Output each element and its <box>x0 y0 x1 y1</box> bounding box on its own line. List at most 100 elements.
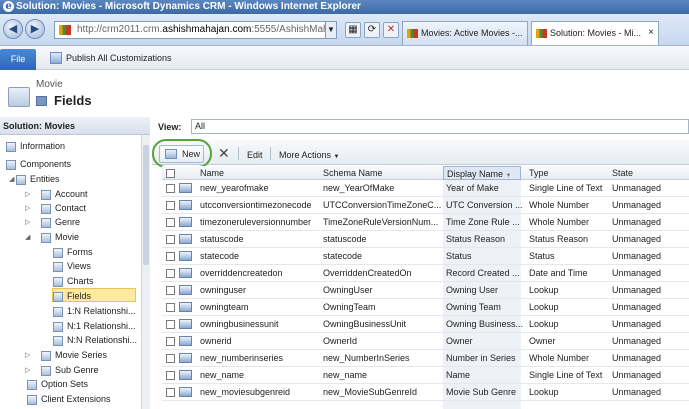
row-checkbox[interactable] <box>166 269 175 278</box>
forward-arrow-icon[interactable]: ▶ <box>25 19 45 39</box>
table-row[interactable]: owningbusinessunit OwningBusinessUnit Owni… <box>162 316 689 333</box>
nav-item-components[interactable]: Components <box>6 157 71 171</box>
nav-item-option-sets[interactable]: Option Sets <box>27 377 88 391</box>
nav-item-forms[interactable]: Forms <box>53 245 93 259</box>
nav-item-1n-relationships[interactable]: 1:N Relationshi... <box>53 304 136 318</box>
row-checkbox[interactable] <box>166 235 175 244</box>
cell-state: Unmanaged <box>612 285 662 295</box>
expand-arrow-icon[interactable]: ▷ <box>25 204 30 212</box>
table-row[interactable]: ownerid OwnerId Owner Owner Unmanaged <box>162 333 689 350</box>
nav-item-information[interactable]: Information <box>6 139 65 153</box>
column-header-name[interactable]: Name <box>200 166 224 180</box>
cell-schema-name: OwnerId <box>323 336 358 346</box>
contact-icon <box>41 203 51 214</box>
nav-item-fields[interactable]: Fields <box>52 288 136 302</box>
collapse-arrow-icon[interactable]: ◢ <box>25 233 30 241</box>
nav-label: Movie <box>55 232 80 242</box>
tab-solution-movies[interactable]: Solution: Movies - Mi... × <box>531 21 659 45</box>
more-actions-button[interactable]: More Actions ▼ <box>279 150 340 160</box>
expand-arrow-icon[interactable]: ▷ <box>25 218 30 226</box>
cell-state: Unmanaged <box>612 268 662 278</box>
delete-icon[interactable]: ✕ <box>218 146 230 160</box>
nav-item-genre[interactable]: Genre <box>41 215 80 229</box>
table-row[interactable]: owninguser OwningUser Owning User Lookup Unm… <box>162 282 689 299</box>
row-checkbox[interactable] <box>166 184 175 193</box>
cell-schema-name: OwningTeam <box>323 302 376 312</box>
table-row[interactable]: new_yearofmake new_YearOfMake Year of Make… <box>162 180 689 197</box>
row-checkbox[interactable] <box>166 371 175 380</box>
nav-item-account[interactable]: Account <box>41 187 88 201</box>
nav-item-n1-relationships[interactable]: N:1 Relationshi... <box>53 319 136 333</box>
cell-type: Owner <box>529 336 556 346</box>
row-checkbox[interactable] <box>166 252 175 261</box>
nav-item-charts[interactable]: Charts <box>53 274 94 288</box>
expand-arrow-icon[interactable]: ▷ <box>25 190 30 198</box>
nav-item-client-extensions[interactable]: Client Extensions <box>27 392 111 406</box>
select-all-checkbox[interactable] <box>166 169 175 178</box>
row-checkbox[interactable] <box>166 354 175 363</box>
column-header-type[interactable]: Type <box>529 166 549 180</box>
customize-entity-icon <box>8 87 30 107</box>
publish-all-button[interactable]: Publish All Customizations <box>50 50 172 66</box>
row-checkbox[interactable] <box>166 320 175 329</box>
column-header-state[interactable]: State <box>612 166 633 180</box>
nav-item-sub-genre[interactable]: Sub Genre <box>41 363 99 377</box>
table-row[interactable]: new_numberinseries new_NumberInSeries Numb… <box>162 350 689 367</box>
cell-display-name: UTC Conversion ... <box>446 200 523 210</box>
cell-display-name: Status <box>446 251 472 261</box>
nav-item-movie[interactable]: Movie <box>41 230 79 244</box>
expand-arrow-icon[interactable]: ▷ <box>25 366 30 374</box>
page-header <box>0 71 689 117</box>
information-icon <box>6 141 16 152</box>
collapse-arrow-icon[interactable]: ◢ <box>9 175 14 183</box>
column-header-display-name[interactable]: Display Name ▼ <box>443 166 521 180</box>
address-dropdown-icon[interactable]: ▼ <box>325 21 337 39</box>
table-row[interactable]: timezoneruleversionnumber TimeZoneRuleVer… <box>162 214 689 231</box>
navigation-scrollbar[interactable] <box>141 135 150 409</box>
stop-icon[interactable]: ✕ <box>383 22 399 38</box>
table-row[interactable]: statuscode statuscode Status Reason Status … <box>162 231 689 248</box>
column-header-schema-name[interactable]: Schema Name <box>323 166 383 180</box>
movie-icon <box>41 232 51 243</box>
nav-item-views[interactable]: Views <box>53 259 91 273</box>
nav-item-nn-relationships[interactable]: N:N Relationshi... <box>53 333 137 347</box>
nav-item-contact[interactable]: Contact <box>41 201 86 215</box>
row-checkbox[interactable] <box>166 201 175 210</box>
scrollbar-thumb[interactable] <box>143 145 149 265</box>
cell-schema-name: new_NumberInSeries <box>323 353 410 363</box>
cell-state: Unmanaged <box>612 336 662 346</box>
cell-schema-name: UTCConversionTimeZoneC... <box>323 200 441 210</box>
tab-close-icon[interactable]: × <box>648 22 654 44</box>
toolbar-divider <box>270 147 271 160</box>
address-bar[interactable]: http://crm2011.crm.ashishmahajan.com:555… <box>54 21 337 39</box>
cell-state: Unmanaged <box>612 200 662 210</box>
table-row[interactable]: overriddencreatedon OverriddenCreatedOn Re… <box>162 265 689 282</box>
cell-name: new_numberinseries <box>200 353 284 363</box>
view-selector[interactable]: All <box>191 119 689 134</box>
cell-name: owninguser <box>200 285 247 295</box>
cell-state: Unmanaged <box>612 319 662 329</box>
back-arrow-icon[interactable]: ◀ <box>3 19 23 39</box>
internet-explorer-icon: e <box>3 1 14 12</box>
table-row[interactable]: statecode statecode Status Status Unmanaged <box>162 248 689 265</box>
file-button[interactable]: File <box>0 49 36 70</box>
row-checkbox[interactable] <box>166 218 175 227</box>
row-checkbox[interactable] <box>166 388 175 397</box>
tab-active-movies[interactable]: Movies: Active Movies -... <box>402 21 528 45</box>
table-row[interactable]: owningteam OwningTeam Owning Team Lookup Unm… <box>162 299 689 316</box>
compatibility-view-icon[interactable]: ▦ <box>345 22 361 38</box>
table-row[interactable]: new_name new_name Name Single Line of Text U… <box>162 367 689 384</box>
expand-arrow-icon[interactable]: ▷ <box>25 351 30 359</box>
row-checkbox[interactable] <box>166 303 175 312</box>
row-checkbox[interactable] <box>166 337 175 346</box>
table-row[interactable]: utcconversiontimezonecode UTCConversionTi… <box>162 197 689 214</box>
cell-state: Unmanaged <box>612 302 662 312</box>
new-button-highlight <box>152 139 212 168</box>
refresh-icon[interactable]: ⟳ <box>364 22 380 38</box>
nav-item-movie-series[interactable]: Movie Series <box>41 348 107 362</box>
row-checkbox[interactable] <box>166 286 175 295</box>
edit-button[interactable]: Edit <box>247 150 263 160</box>
cell-name: ownerid <box>200 336 232 346</box>
nav-item-entities[interactable]: Entities <box>16 172 60 186</box>
table-row[interactable]: new_moviesubgenreid new_MovieSubGenreId Mo… <box>162 384 689 401</box>
